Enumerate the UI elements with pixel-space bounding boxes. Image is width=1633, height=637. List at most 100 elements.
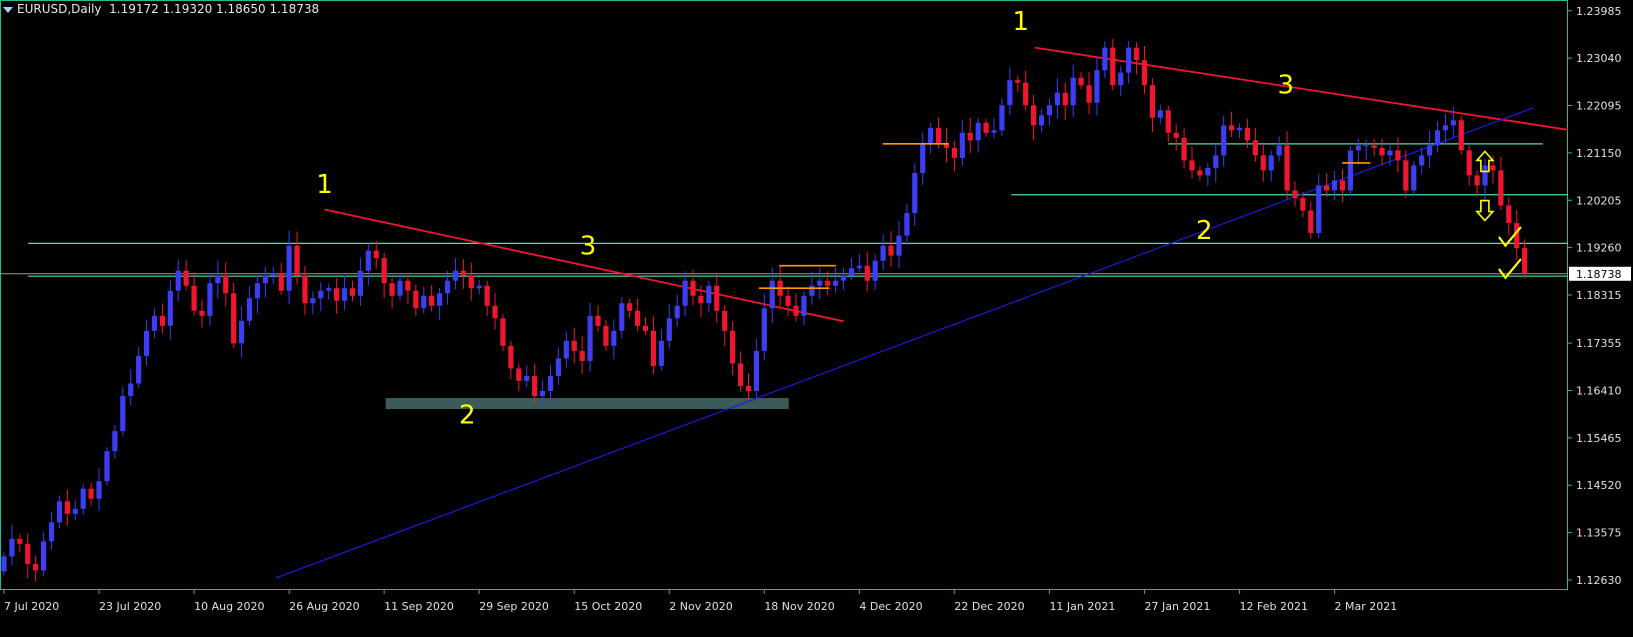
wave-label: 3	[1277, 71, 1294, 101]
x-tick-label: 2 Mar 2021	[1335, 600, 1398, 613]
candle-body	[856, 265, 862, 269]
candle-body	[524, 375, 530, 381]
candle-body	[658, 340, 664, 366]
candle-body	[1308, 210, 1314, 234]
candle-body	[1023, 82, 1029, 106]
candle-body	[1244, 127, 1251, 141]
candle-body	[547, 375, 554, 391]
trendline-blue[interactable]	[275, 107, 1534, 579]
candle-body	[1450, 120, 1456, 126]
candle-body	[999, 105, 1005, 131]
candle-body	[1205, 167, 1211, 176]
candle-body	[215, 275, 221, 284]
candle-body	[1260, 155, 1266, 171]
collapse-triangle-icon[interactable]	[3, 6, 13, 13]
candle-body	[975, 122, 981, 141]
candle-body	[381, 258, 387, 284]
y-tick-label: 1.18315	[1576, 289, 1622, 302]
candle-body	[714, 285, 720, 311]
support-zone	[385, 398, 789, 410]
candle-body	[761, 308, 767, 351]
candle-body	[840, 275, 847, 281]
arrow-down-icon	[1475, 199, 1495, 222]
candle-body	[1458, 120, 1464, 151]
y-tick-label: 1.13575	[1576, 527, 1622, 540]
candle-body	[730, 330, 736, 364]
wave-label: 2	[1196, 216, 1213, 246]
y-tick-label: 1.23040	[1576, 52, 1622, 65]
candle-body	[753, 350, 759, 391]
candle-body	[1506, 205, 1512, 224]
candle-body	[1252, 140, 1258, 156]
candle-body	[1276, 145, 1282, 156]
candle-body	[1078, 77, 1084, 86]
candle-body	[563, 340, 569, 359]
candle-body	[642, 325, 649, 331]
candle-body	[476, 285, 482, 289]
x-tick-label: 10 Aug 2020	[194, 600, 264, 613]
candle-body	[270, 273, 276, 276]
candle-body	[468, 275, 474, 289]
candle-body	[682, 280, 688, 306]
candle-body	[1379, 147, 1385, 156]
candle-body	[294, 245, 300, 276]
candle-body	[1118, 72, 1124, 86]
candle-body	[413, 290, 419, 309]
candle-body	[112, 431, 118, 452]
y-tick-label: 1.19260	[1576, 242, 1622, 255]
candle-body	[555, 358, 561, 376]
y-tick-label: 1.12630	[1576, 574, 1622, 587]
candle-body	[167, 290, 173, 326]
candle-body	[912, 172, 918, 214]
price-chart[interactable]: 1.23985 1.23040 1.22095 1.21150 1.20205 1.192…	[0, 0, 1633, 637]
wave-label: 1	[1012, 7, 1029, 37]
candle-body	[223, 275, 229, 294]
candle-body	[17, 538, 23, 544]
candle-body	[825, 280, 831, 286]
candle-body	[246, 298, 253, 321]
candle-body	[96, 481, 102, 499]
candle-body	[951, 147, 957, 158]
candle-body	[278, 273, 284, 291]
candle-body	[143, 330, 150, 356]
candle-body	[801, 295, 807, 316]
candle-body	[587, 315, 593, 361]
trendline-red[interactable]	[324, 208, 844, 323]
candle-body	[872, 260, 878, 281]
candle-body	[1, 556, 7, 572]
candle-body	[1236, 127, 1243, 131]
candle-body	[888, 245, 894, 256]
candle-body	[508, 345, 514, 369]
candle-body	[1221, 125, 1227, 156]
candle-body	[1498, 170, 1504, 206]
candle-body	[1015, 80, 1021, 83]
candle-body	[722, 310, 728, 331]
y-tick-label: 1.23985	[1576, 5, 1622, 18]
candle-body	[1442, 125, 1449, 131]
candle-body	[484, 285, 490, 306]
candle-body	[603, 325, 609, 346]
y-tick-label: 1.17355	[1576, 337, 1622, 350]
candle-body	[1427, 145, 1433, 156]
candle-body	[785, 295, 791, 306]
candle-body	[1316, 185, 1322, 234]
candle-body	[397, 280, 403, 296]
wave-label: 3	[580, 232, 597, 262]
candle-body	[286, 245, 292, 291]
x-tick-label: 26 Aug 2020	[289, 600, 359, 613]
candle-body	[1490, 165, 1496, 171]
y-tick-label: 1.20205	[1576, 194, 1622, 207]
candle-body	[769, 280, 775, 309]
y-tick-label: 1.21150	[1576, 147, 1622, 160]
candle-body	[1522, 248, 1528, 274]
candle-body	[183, 270, 189, 286]
candle-body	[1284, 145, 1290, 191]
x-tick-label: 22 Dec 2020	[954, 600, 1024, 613]
candle-body	[833, 280, 839, 286]
candle-body	[389, 283, 395, 296]
candle-body	[1292, 190, 1298, 198]
candle-body	[334, 288, 340, 301]
candle-body	[80, 488, 86, 509]
candle-body	[1141, 60, 1148, 86]
x-tick-label: 15 Oct 2020	[574, 600, 642, 613]
